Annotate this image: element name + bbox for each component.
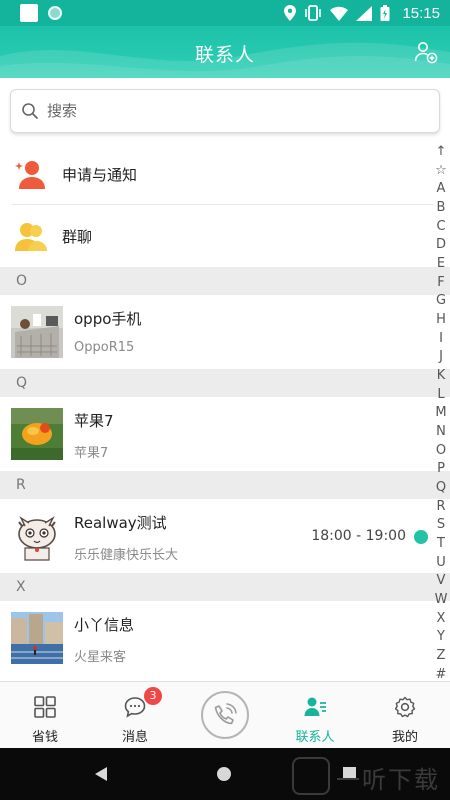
- contact-subtitle: 火星来客: [74, 650, 127, 665]
- index-letter[interactable]: U: [436, 556, 446, 569]
- index-letter[interactable]: N: [436, 425, 446, 438]
- index-letter[interactable]: C: [436, 220, 445, 233]
- nav-item-save-money[interactable]: 省钱: [0, 682, 90, 748]
- index-letter[interactable]: K: [437, 369, 446, 382]
- section-header-q: Q: [0, 369, 450, 397]
- contact-subtitle: 苹果7: [74, 446, 109, 461]
- index-letter[interactable]: T: [437, 537, 445, 550]
- bottom-navigation: 省钱 3 消息 联系人 我的: [0, 681, 450, 748]
- avatar: [11, 612, 63, 664]
- index-letter[interactable]: A: [437, 182, 446, 195]
- vibrate-icon: [305, 5, 322, 21]
- index-letter[interactable]: B: [437, 201, 446, 214]
- request-notification-icon: [15, 161, 45, 189]
- section-header-o: O: [0, 267, 450, 295]
- contact-name: oppo手机: [74, 310, 142, 328]
- signal-icon: [356, 5, 373, 21]
- avatar: [11, 408, 63, 460]
- contacts-icon: [304, 697, 326, 716]
- page-title: 联系人: [194, 44, 255, 66]
- index-letter[interactable]: V: [437, 574, 446, 587]
- contact-subtitle: 乐乐健康快乐长大: [74, 548, 179, 563]
- alphabet-index-bar[interactable]: ↑ ☆ A B C D E F G H I J K L M N O P Q R S T U V W X Y Z #: [432, 145, 450, 681]
- back-icon[interactable]: [94, 766, 108, 782]
- index-letter[interactable]: H: [436, 313, 446, 326]
- contact-time-range: 18:00 - 19:00: [311, 528, 406, 544]
- notification-icon: [20, 4, 38, 22]
- section-header-x: X: [0, 573, 450, 601]
- contact-row[interactable]: 小丫信息 火星来客: [0, 601, 450, 675]
- index-letter[interactable]: ↑: [436, 145, 447, 158]
- unread-badge: 3: [144, 687, 162, 705]
- index-letter[interactable]: Q: [436, 481, 446, 494]
- nav-item-call[interactable]: [180, 682, 270, 748]
- add-contact-icon[interactable]: [414, 40, 438, 64]
- index-letter[interactable]: X: [437, 612, 446, 625]
- index-letter[interactable]: ☆: [435, 164, 447, 177]
- index-letter[interactable]: W: [435, 593, 448, 606]
- index-letter[interactable]: Z: [437, 649, 446, 662]
- index-letter[interactable]: R: [436, 500, 445, 513]
- list-item-requests[interactable]: 申请与通知: [0, 143, 450, 205]
- app-indicator-icon: [48, 6, 62, 20]
- nav-label: 省钱: [31, 730, 58, 745]
- nav-item-contacts[interactable]: 联系人: [270, 682, 360, 748]
- avatar: [11, 306, 63, 358]
- grid-icon: [34, 696, 56, 718]
- index-letter[interactable]: P: [437, 462, 445, 475]
- list-item-group-chat[interactable]: 群聊: [0, 205, 450, 267]
- avatar: [11, 510, 63, 562]
- watermark-logo-icon: [292, 757, 330, 795]
- contact-name: 苹果7: [74, 412, 114, 430]
- online-status-dot: [414, 530, 428, 544]
- home-icon[interactable]: [217, 767, 231, 781]
- contact-row[interactable]: oppo手机 OppoR15: [0, 295, 450, 369]
- gear-icon: [394, 696, 416, 718]
- contact-row[interactable]: 苹果7 苹果7: [0, 397, 450, 471]
- index-letter[interactable]: S: [437, 518, 445, 531]
- list-item-label: 申请与通知: [62, 166, 138, 184]
- index-letter[interactable]: M: [435, 406, 446, 419]
- index-letter[interactable]: F: [437, 276, 444, 289]
- phone-call-icon: [214, 703, 237, 725]
- wifi-icon: [330, 6, 349, 21]
- index-letter[interactable]: #: [436, 668, 447, 681]
- section-header-r: R: [0, 471, 450, 499]
- index-letter[interactable]: G: [436, 294, 446, 307]
- app-header: 联系人: [0, 26, 450, 78]
- nav-label: 消息: [121, 730, 148, 745]
- index-letter[interactable]: J: [439, 350, 443, 363]
- index-letter[interactable]: D: [436, 238, 446, 251]
- location-icon: [284, 5, 297, 21]
- status-bar: 15:15: [0, 0, 450, 26]
- contact-list: 申请与通知 群聊 O oppo手机 OppoR15 Q 苹果7 苹果7 R Re…: [0, 143, 450, 675]
- index-letter[interactable]: L: [437, 388, 444, 401]
- search-icon: [22, 103, 38, 119]
- group-chat-icon: [15, 223, 47, 251]
- nav-label: 我的: [391, 730, 418, 745]
- contact-row[interactable]: Realway测试 乐乐健康快乐长大 18:00 - 19:00: [0, 499, 450, 573]
- index-letter[interactable]: Y: [437, 630, 445, 643]
- search-input[interactable]: [47, 102, 407, 120]
- nav-item-messages[interactable]: 3 消息: [90, 682, 180, 748]
- status-icons: 15:15: [284, 5, 440, 22]
- nav-item-mine[interactable]: 我的: [360, 682, 450, 748]
- watermark-text: 一听下载: [336, 766, 440, 794]
- index-letter[interactable]: I: [439, 332, 443, 345]
- index-letter[interactable]: E: [437, 257, 445, 270]
- call-button[interactable]: [201, 691, 249, 739]
- list-item-label: 群聊: [62, 228, 93, 246]
- nav-label: 联系人: [295, 730, 335, 745]
- clock: 15:15: [402, 4, 440, 22]
- search-bar[interactable]: [10, 89, 440, 133]
- contact-subtitle: OppoR15: [74, 340, 135, 355]
- index-letter[interactable]: O: [436, 444, 446, 457]
- battery-icon: [380, 5, 390, 21]
- contact-name: 小丫信息: [74, 616, 135, 634]
- contact-name: Realway测试: [74, 514, 167, 532]
